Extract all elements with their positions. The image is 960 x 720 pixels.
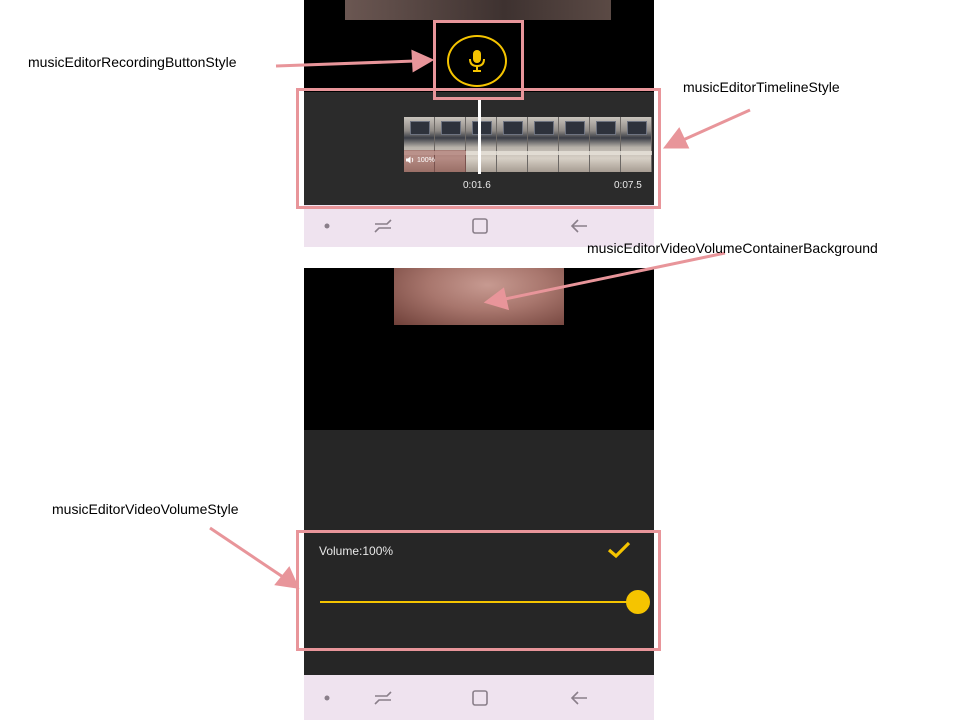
video-volume-highlight <box>296 530 661 651</box>
back-icon[interactable] <box>564 675 594 720</box>
home-icon[interactable] <box>465 205 495 247</box>
home-icon[interactable] <box>465 675 495 720</box>
timeline-highlight <box>296 88 661 209</box>
annotation-recording-button: musicEditorRecordingButtonStyle <box>28 54 237 70</box>
video-volume-container-background <box>394 268 564 325</box>
video-preview-top <box>345 0 611 20</box>
navigation-bar-bottom <box>304 675 654 720</box>
dot-icon[interactable] <box>314 205 340 247</box>
recent-apps-icon[interactable] <box>368 675 398 720</box>
annotation-volume-container-background: musicEditorVideoVolumeContainerBackgroun… <box>587 240 878 256</box>
recent-apps-icon[interactable] <box>368 205 398 247</box>
annotation-video-volume: musicEditorVideoVolumeStyle <box>52 501 239 517</box>
dot-icon[interactable] <box>314 675 340 720</box>
annotation-timeline: musicEditorTimelineStyle <box>683 79 840 95</box>
